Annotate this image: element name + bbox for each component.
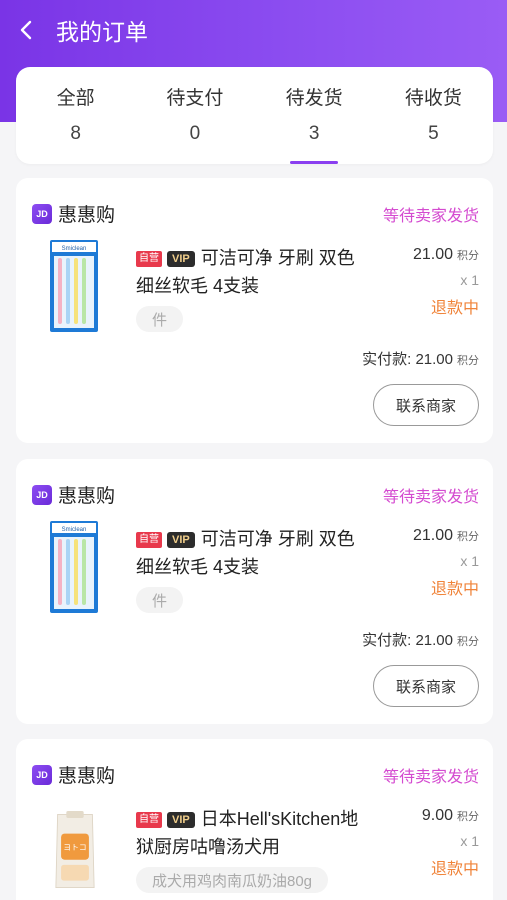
paid-value: 21.00: [415, 351, 453, 368]
tab-count: 8: [70, 123, 81, 144]
product-title-line2: 细丝软毛 4支装: [136, 557, 260, 577]
tab-count: 0: [189, 123, 201, 144]
shop-name: 惠惠购: [58, 205, 116, 226]
tab-label: 待收货: [404, 88, 462, 109]
order-card[interactable]: JD 惠惠购 等待卖家发货 ヨトコ 自营 VIP 日本Hell'sKitchen地 …: [16, 739, 493, 900]
tab-count: 5: [428, 123, 439, 144]
order-status: 等待卖家发货: [382, 207, 479, 225]
shop-name: 惠惠购: [58, 766, 116, 787]
shop-row: JD 惠惠购 等待卖家发货: [32, 761, 479, 788]
tab-pending-shipment[interactable]: 待发货 3: [255, 67, 374, 164]
shop-logo-icon: JD: [32, 764, 52, 785]
paid-amount: 实付款: 21.00 积分: [362, 348, 479, 369]
paid-amount: 实付款: 21.00 积分: [362, 629, 479, 650]
product-title: 自营 VIP 可洁可净 牙刷 双色: [136, 525, 388, 553]
product-brand-label: ヨトコ: [63, 843, 86, 852]
tab-pending-receipt[interactable]: 待收货 5: [374, 67, 493, 164]
product-price: 21.00 积分: [413, 527, 479, 545]
self-operated-badge: 自营: [136, 812, 162, 829]
paid-label: 实付款:: [362, 351, 412, 368]
toothbrush-product-image[interactable]: Smiclean: [48, 240, 100, 332]
tab-label: 待支付: [166, 88, 224, 109]
order-status: 等待卖家发货: [382, 768, 479, 786]
product-spec: 件: [136, 306, 184, 332]
product-title: 自营 VIP 日本Hell'sKitchen地: [136, 805, 388, 833]
product-title-line1: 可洁可净 牙刷 双色: [200, 248, 355, 268]
self-operated-badge: 自营: [136, 532, 162, 549]
refund-status: 退款中: [430, 300, 479, 317]
order-card[interactable]: JD 惠惠购 等待卖家发货 Smiclean 自营 VIP 可洁可净 牙刷 双色 细…: [16, 178, 493, 443]
price-value: 21.00: [412, 527, 453, 544]
contact-seller-button[interactable]: 联系商家: [373, 384, 479, 426]
self-operated-badge: 自营: [136, 251, 162, 268]
paid-unit: 积分: [457, 355, 479, 367]
paid-label: 实付款:: [362, 632, 412, 649]
paid-unit: 积分: [457, 636, 479, 648]
product-spec: 成犬用鸡肉南瓜奶油80g: [136, 867, 329, 893]
order-status: 等待卖家发货: [382, 488, 479, 506]
tab-all[interactable]: 全部 8: [16, 67, 135, 164]
back-button[interactable]: [0, 0, 54, 60]
price-unit: 积分: [457, 531, 479, 543]
product-price: 21.00 积分: [413, 246, 479, 264]
tab-label: 待发货: [285, 88, 343, 109]
vip-badge: VIP: [167, 812, 195, 829]
order-card[interactable]: JD 惠惠购 等待卖家发货 Smiclean 自营 VIP 可洁可净 牙刷 双色 细…: [16, 459, 493, 724]
vip-badge: VIP: [167, 251, 195, 268]
shop-row: JD 惠惠购 等待卖家发货: [32, 200, 479, 227]
shop-row: JD 惠惠购 等待卖家发货: [32, 481, 479, 508]
product-quantity: x 1: [460, 833, 479, 849]
product-title-line1: 可洁可净 牙刷 双色: [200, 529, 355, 549]
nav-bar: 我的订单: [0, 0, 507, 60]
paid-value: 21.00: [415, 632, 453, 649]
product-title: 自营 VIP 可洁可净 牙刷 双色: [136, 244, 388, 272]
refund-status: 退款中: [430, 861, 479, 878]
product-title-line2: 细丝软毛 4支装: [136, 276, 260, 296]
page-title: 我的订单: [56, 19, 148, 45]
price-unit: 积分: [457, 811, 479, 823]
price-value: 21.00: [412, 246, 453, 263]
dog-food-pouch-image[interactable]: ヨトコ: [52, 811, 98, 891]
price-unit: 积分: [457, 250, 479, 262]
price-value: 9.00: [421, 807, 453, 824]
tab-count: 3: [308, 123, 320, 144]
shop-logo-icon: JD: [32, 484, 52, 505]
product-title-line2: 狱厨房咕噜汤犬用: [136, 837, 280, 857]
product-quantity: x 1: [460, 553, 479, 569]
active-tab-indicator: [290, 161, 339, 164]
product-brand-label: Smiclean: [62, 246, 87, 252]
product-quantity: x 1: [460, 272, 479, 288]
chevron-left-icon: [20, 20, 32, 40]
refund-status: 退款中: [430, 581, 479, 598]
vip-badge: VIP: [167, 532, 195, 549]
product-brand-label: Smiclean: [62, 527, 87, 533]
product-spec: 件: [136, 587, 184, 613]
order-tabs: 全部 8 待支付 0 待发货 3 待收货 5: [16, 67, 493, 164]
shop-logo-icon: JD: [32, 203, 52, 224]
toothbrush-product-image[interactable]: Smiclean: [48, 521, 100, 613]
product-title-line1: 日本Hell'sKitchen地: [200, 809, 359, 829]
tab-label: 全部: [56, 88, 95, 109]
contact-seller-button[interactable]: 联系商家: [373, 665, 479, 707]
shop-name: 惠惠购: [58, 486, 116, 507]
tab-pending-payment[interactable]: 待支付 0: [135, 67, 254, 164]
product-price: 9.00 积分: [422, 807, 479, 825]
